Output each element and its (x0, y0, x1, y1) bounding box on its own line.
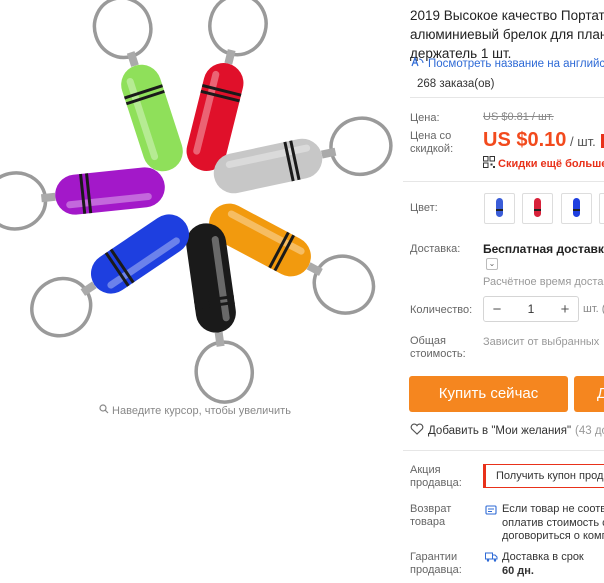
guarantee-text: Доставка в срок 60 дн. (502, 550, 584, 578)
shipping-time: Расчётное время достав (483, 276, 604, 288)
capsule-keychain-green (92, 0, 183, 172)
orders-count: 268 заказа(ов) (417, 78, 495, 90)
color-label: Цвет: (410, 202, 438, 214)
capsule-keychain-silver (213, 116, 393, 194)
extra-discount-text[interactable]: Скидки ещё больше (498, 158, 604, 170)
translate-link[interactable]: Посмотреть название на английс (410, 56, 604, 71)
capsule-keychain-blue (30, 214, 190, 338)
quantity-increase-button[interactable]: + (552, 301, 578, 318)
title-line: 2019 Высокое качество Портати (410, 8, 604, 23)
add-to-wishlist-link[interactable]: Добавить в "Мои желания" (43 добав (410, 423, 604, 438)
quantity-label: Количество: (410, 304, 473, 316)
quantity-unit: шт. ( (583, 303, 604, 315)
total-label-line: Общая (410, 335, 446, 347)
shipping-method[interactable]: Бесплатная доставка в (483, 242, 604, 256)
product-photo (0, 0, 393, 404)
title-line: алюминиевый брелок для план (410, 27, 604, 42)
magnifier-icon (99, 404, 109, 417)
guarantee-label-line: Гарантии (410, 551, 458, 563)
old-price: US $0.81 / шт. (483, 111, 554, 123)
divider (410, 97, 604, 98)
discount-price-value: US $0.10 (483, 129, 567, 151)
discount-label-line: Цена со (410, 130, 452, 142)
discount-price: US $0.10 / шт. (483, 129, 596, 152)
capsule-keychain-purple (0, 167, 165, 231)
translate-link-text[interactable]: Посмотреть название на английс (428, 58, 604, 70)
returns-label-line: товара (410, 516, 446, 528)
guarantee-label: Гарантии продавца: (410, 551, 462, 577)
add-to-cart-button[interactable]: Д (574, 376, 604, 412)
zoom-hint-text: Наведите курсор, чтобы увеличить (112, 405, 291, 417)
return-policy-icon (485, 503, 497, 521)
guarantee-line: Доставка в срок (502, 551, 584, 563)
quantity-stepper[interactable]: − 1 + (483, 296, 579, 322)
delivery-clock-icon (485, 550, 498, 568)
returns-line: оплатив стоимость с (502, 516, 604, 529)
returns-line: договориться о комп (502, 530, 604, 542)
product-details: 2019 Высокое качество Портати алюминиевы… (403, 0, 604, 583)
returns-label-line: Возврат (410, 503, 452, 515)
guarantee-days: 60 дн. (502, 565, 534, 577)
color-swatch-4[interactable] (599, 193, 604, 224)
returns-label: Возврат товара (410, 503, 451, 529)
total-label-line: стоимость: (410, 348, 466, 360)
product-image[interactable] (0, 0, 403, 405)
quantity-decrease-button[interactable]: − (484, 301, 510, 318)
divider (403, 450, 604, 451)
heart-icon (410, 423, 424, 438)
wishlist-text[interactable]: Добавить в "Мои желания" (428, 425, 571, 437)
returns-text: Если товар не соотве оплатив стоимость с… (502, 503, 604, 544)
discount-price-label: Цена со скидкой: (410, 130, 453, 156)
color-swatch-1[interactable] (484, 193, 515, 224)
qr-code-icon (483, 156, 495, 171)
discount-label-line: скидкой: (410, 143, 454, 155)
product-title: 2019 Высокое качество Портати алюминиевы… (410, 6, 604, 63)
returns-line: Если товар не соотве (502, 503, 604, 515)
zoom-hint: Наведите курсор, чтобы увеличить (0, 404, 390, 417)
total-value: Зависит от выбранных (483, 336, 600, 348)
guarantee-label-line: продавца: (410, 564, 462, 576)
buy-now-button[interactable]: Купить сейчас (409, 376, 568, 412)
color-swatch-2[interactable] (522, 193, 553, 224)
color-swatch-3[interactable] (561, 193, 592, 224)
price-label: Цена: (410, 112, 440, 124)
quantity-input[interactable]: 1 (510, 302, 552, 316)
wishlist-count: (43 добав (575, 424, 604, 437)
divider (403, 181, 604, 182)
chevron-down-icon[interactable]: ⌄ (486, 258, 498, 270)
price-unit: / шт. (566, 134, 596, 149)
shipping-label: Доставка: (410, 243, 461, 255)
extra-discount-link[interactable]: Скидки ещё больше (483, 156, 604, 171)
promo-label: Акция продавца: (410, 464, 462, 490)
get-coupon-button[interactable]: Получить купон прод (483, 464, 604, 488)
promo-label-line: продавца: (410, 477, 462, 489)
total-label: Общая стоимость: (410, 335, 466, 361)
promo-label-line: Акция (410, 464, 441, 476)
translate-icon (410, 56, 424, 71)
